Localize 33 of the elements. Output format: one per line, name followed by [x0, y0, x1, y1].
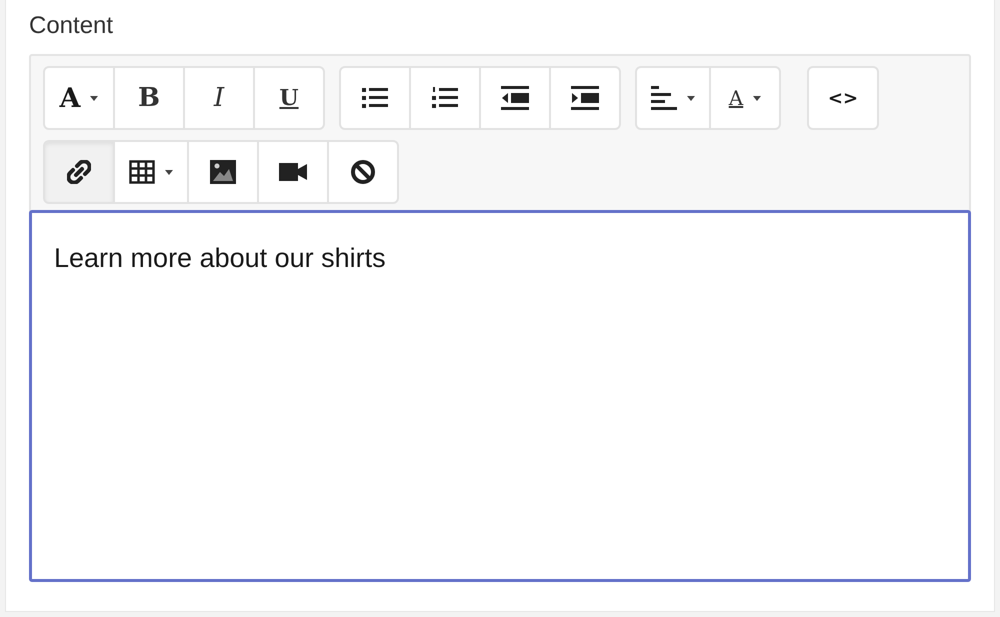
indent-icon: [571, 86, 599, 110]
picture-button[interactable]: [187, 140, 259, 204]
editor-text: Learn more about our shirts: [54, 243, 386, 273]
format-button[interactable]: <>: [807, 66, 879, 130]
clear-format-button[interactable]: [327, 140, 399, 204]
caret-icon: [753, 96, 762, 100]
numbered-list-icon: [432, 87, 458, 109]
bullet-list-icon: [362, 87, 388, 109]
align-button[interactable]: [635, 66, 711, 130]
format-button[interactable]: A: [43, 66, 115, 130]
underline-button[interactable]: U: [253, 66, 325, 130]
italic-button[interactable]: I: [183, 66, 255, 130]
outdent-icon: [501, 86, 529, 110]
link-button[interactable]: [43, 140, 115, 204]
table-button[interactable]: [113, 140, 189, 204]
link-icon: [67, 160, 91, 184]
caret-icon: [165, 170, 173, 174]
text-color-button[interactable]: A: [709, 66, 781, 130]
align-left-icon: [651, 86, 677, 110]
bullet-list-button[interactable]: [339, 66, 411, 130]
video-button[interactable]: [257, 140, 329, 204]
numbered-list-button[interactable]: [409, 66, 481, 130]
text-area[interactable]: Learn more about our shirts: [29, 210, 971, 582]
indent-button[interactable]: [549, 66, 621, 130]
picture-icon: [210, 160, 236, 184]
video-camera-icon: [279, 162, 307, 182]
table-icon: [129, 160, 155, 184]
prohibition-icon: [350, 159, 376, 185]
outdent-button[interactable]: [479, 66, 551, 130]
caret-icon: [90, 96, 98, 100]
caret-icon: [687, 96, 695, 100]
field-label: Content: [29, 12, 114, 40]
bold-button[interactable]: B: [113, 66, 185, 130]
